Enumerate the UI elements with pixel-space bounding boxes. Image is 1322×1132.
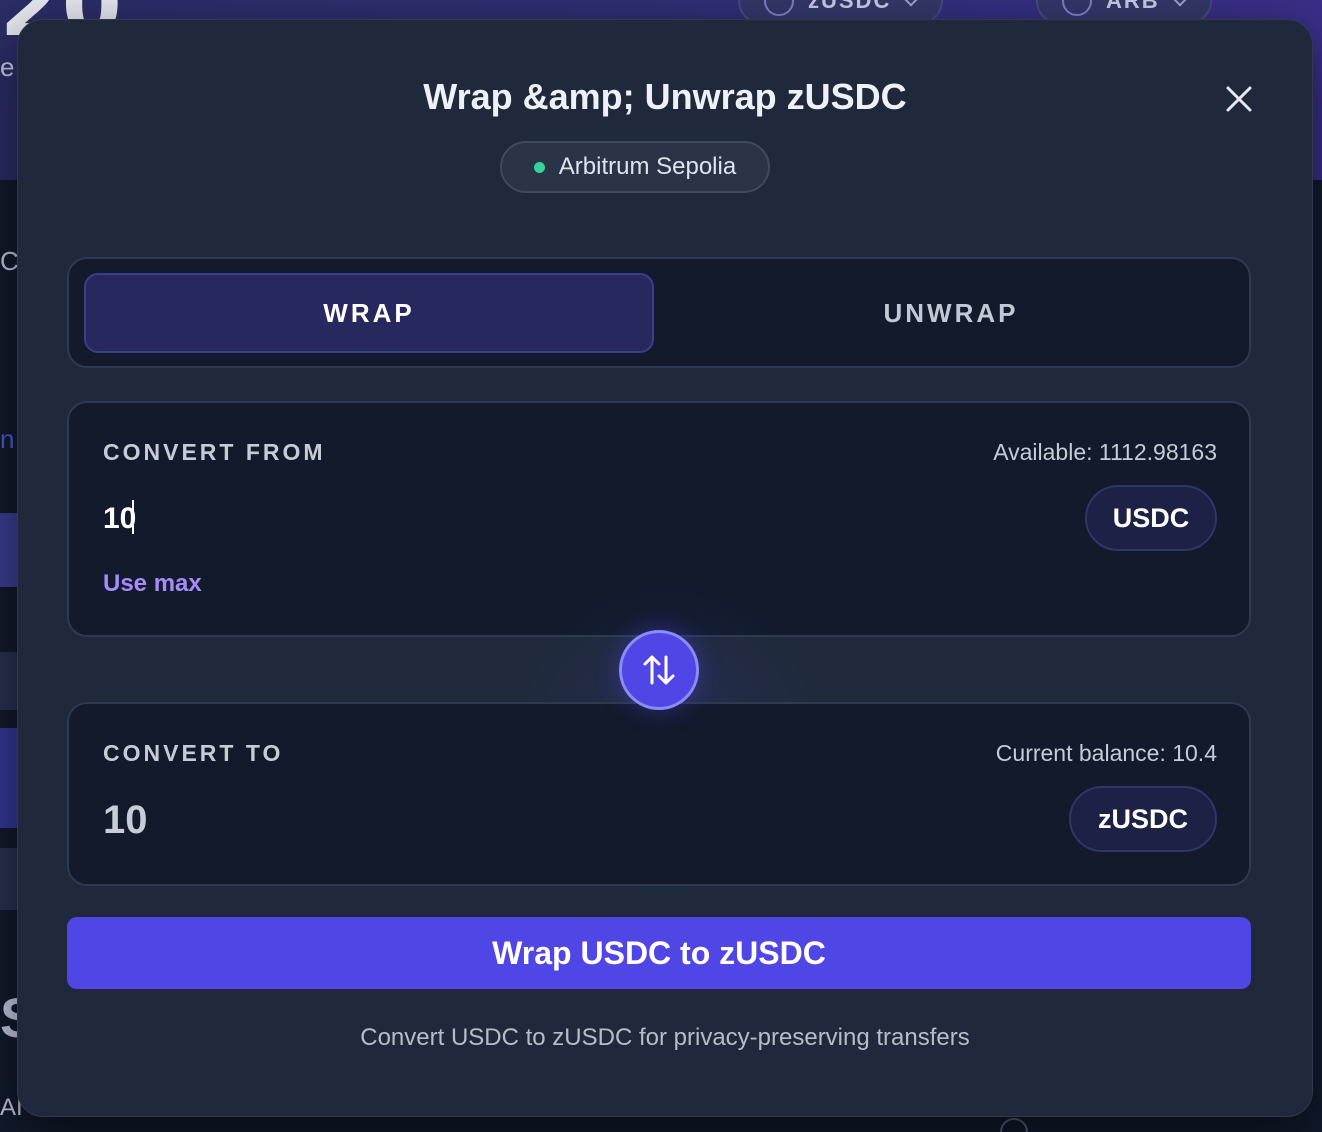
page-text-fragment: e	[0, 52, 15, 82]
network-status-dot	[533, 161, 545, 173]
convert-from-label: CONVERT FROM	[103, 439, 326, 465]
close-icon	[1226, 86, 1252, 112]
swap-arrows-icon	[643, 655, 675, 685]
use-max-link[interactable]: Use max	[103, 570, 202, 598]
usdc-coin-icon	[764, 0, 794, 16]
convert-to-panel: CONVERT TO Current balance: 10.4 10 zUSD…	[67, 702, 1251, 886]
available-balance: Available: 1112.98163	[993, 439, 1217, 465]
dialog-title: Wrap &amp; Unwrap zUSDC	[423, 76, 907, 117]
page-text-fragment: n	[0, 424, 15, 454]
close-button[interactable]	[1218, 78, 1260, 120]
swap-direction-button[interactable]	[619, 630, 699, 710]
wrap-unwrap-dialog: Wrap &amp; Unwrap zUSDC Arbitrum Sepolia…	[17, 19, 1313, 1117]
page-side-strip	[0, 513, 18, 587]
amount-input[interactable]	[103, 499, 703, 539]
output-amount: 10	[103, 798, 148, 842]
tab-unwrap[interactable]: UNWRAP	[666, 273, 1236, 353]
mode-tabs: WRAP UNWRAP	[67, 257, 1251, 368]
chevron-down-icon	[902, 0, 920, 7]
current-balance: Current balance: 10.4	[995, 740, 1217, 766]
convert-to-label: CONVERT TO	[103, 740, 284, 766]
helper-text: Convert USDC to zUSDC for privacy-preser…	[360, 1024, 970, 1051]
network-badge: Arbitrum Sepolia	[500, 141, 770, 193]
token-selector-label: ARB	[1106, 0, 1160, 13]
tab-wrap[interactable]: WRAP	[84, 273, 654, 353]
page-side-strip	[0, 652, 18, 710]
page-side-strip	[0, 728, 18, 828]
to-token-badge[interactable]: zUSDC	[1069, 786, 1217, 852]
page-text-fragment: C	[0, 246, 19, 276]
text-caret	[132, 500, 134, 534]
network-label: Arbitrum Sepolia	[558, 153, 737, 180]
coin-icon	[1000, 1118, 1028, 1132]
chevron-down-icon	[1171, 0, 1189, 7]
wrap-submit-button[interactable]: Wrap USDC to zUSDC	[67, 917, 1251, 989]
from-token-badge[interactable]: USDC	[1085, 485, 1217, 551]
page-side-strip	[0, 848, 18, 910]
arb-coin-icon	[1062, 0, 1092, 16]
token-selector-label: zUSDC	[808, 0, 892, 13]
